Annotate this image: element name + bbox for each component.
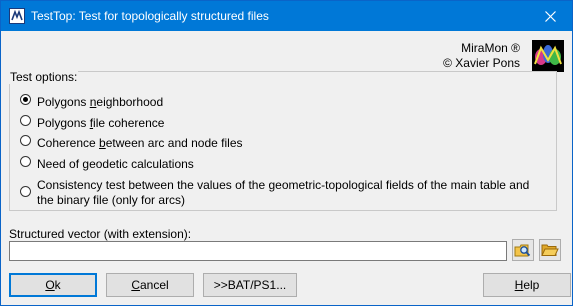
radio-button[interactable] (20, 115, 31, 126)
file-search-icon (514, 244, 531, 257)
miramon-app-icon (9, 8, 25, 24)
help-button[interactable]: Help (483, 273, 571, 297)
radio-polygons-neighborhood[interactable]: Polygons neighborhood (20, 92, 163, 112)
product-name: MiraMon ® (461, 41, 520, 55)
radio-label: Need of geodetic calculations (37, 157, 194, 171)
radio-consistency-test[interactable]: Consistency test between the values of t… (20, 178, 537, 208)
close-icon (544, 10, 556, 22)
structured-vector-label: Structured vector (with extension): (9, 227, 192, 241)
close-button[interactable] (528, 1, 572, 31)
bat-ps1-button[interactable]: >>BAT/PS1... (203, 273, 297, 297)
radio-label: Polygons neighborhood (37, 95, 164, 109)
ok-button[interactable]: Ok (9, 273, 97, 297)
structured-vector-input[interactable] (9, 241, 507, 261)
radio-polygons-file-coherence[interactable]: Polygons file coherence (20, 113, 164, 133)
window-title: TestTop: Test for topologically structur… (31, 9, 269, 23)
radio-button[interactable] (20, 94, 31, 105)
test-options-legend: Test options: (9, 70, 79, 84)
browse-folder-button[interactable] (539, 239, 561, 261)
radio-label: Consistency test between the values of t… (37, 178, 530, 207)
cancel-button[interactable]: Cancel (106, 273, 194, 297)
radio-geodetic-calculations[interactable]: Need of geodetic calculations (20, 154, 194, 174)
radio-button[interactable] (20, 135, 31, 146)
radio-arc-node-coherence[interactable]: Coherence between arc and node files (20, 133, 243, 153)
folder-open-icon (541, 244, 559, 256)
author-credit: © Xavier Pons (443, 56, 520, 70)
radio-label: Coherence between arc and node files (37, 136, 243, 150)
miramon-logo (532, 40, 564, 72)
open-file-button[interactable] (512, 239, 534, 261)
brand-block: MiraMon ® © Xavier Pons (443, 41, 520, 71)
radio-label: Polygons file coherence (37, 116, 165, 130)
title-bar[interactable]: TestTop: Test for topologically structur… (1, 1, 572, 31)
radio-button[interactable] (20, 186, 31, 197)
testtop-dialog: TestTop: Test for topologically structur… (0, 0, 573, 306)
radio-button[interactable] (20, 156, 31, 167)
